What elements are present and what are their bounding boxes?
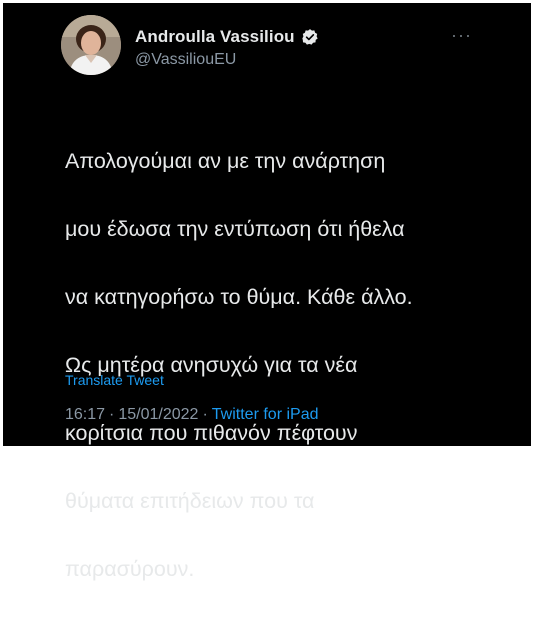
tweet-text-line: Απολογούμαι αν με την ανάρτηση [65, 149, 386, 173]
more-options-icon[interactable]: ··· [451, 26, 472, 44]
tweet-metadata: 16:17 · 15/01/2022 · Twitter for iPad [65, 406, 318, 424]
tweet-text-line: να κατηγορήσω το θύμα. Κάθε άλλο. [65, 285, 413, 309]
verified-badge-icon [302, 29, 318, 45]
tweet-text-line: θύματα επιτήδειων που τα [65, 489, 315, 513]
tweet-card: Androulla Vassiliou @VassiliouEU ··· Απο… [3, 3, 531, 581]
translate-tweet-link[interactable]: Translate Tweet [65, 372, 164, 388]
tweet-text-line: μου έδωσα την εντύπωση ότι ήθελα [65, 217, 405, 241]
author-name-row: Androulla Vassiliou [135, 27, 319, 47]
avatar-photo-icon [61, 15, 121, 75]
author-name[interactable]: Androulla Vassiliou [135, 27, 295, 47]
tweet-time[interactable]: 16:17 [65, 406, 105, 424]
separator-dot: · [109, 406, 115, 423]
tweet-text-line: παρασύρουν. [65, 557, 195, 581]
separator-dot: · [202, 406, 208, 423]
author-avatar[interactable] [61, 15, 121, 75]
tweet-source-link[interactable]: Twitter for iPad [212, 406, 319, 424]
author-handle[interactable]: @VassiliouEU [135, 51, 236, 69]
tweet-date[interactable]: 15/01/2022 [118, 406, 198, 424]
tweet-text: Απολογούμαι αν με την ανάρτηση μου έδωσα… [65, 110, 465, 620]
